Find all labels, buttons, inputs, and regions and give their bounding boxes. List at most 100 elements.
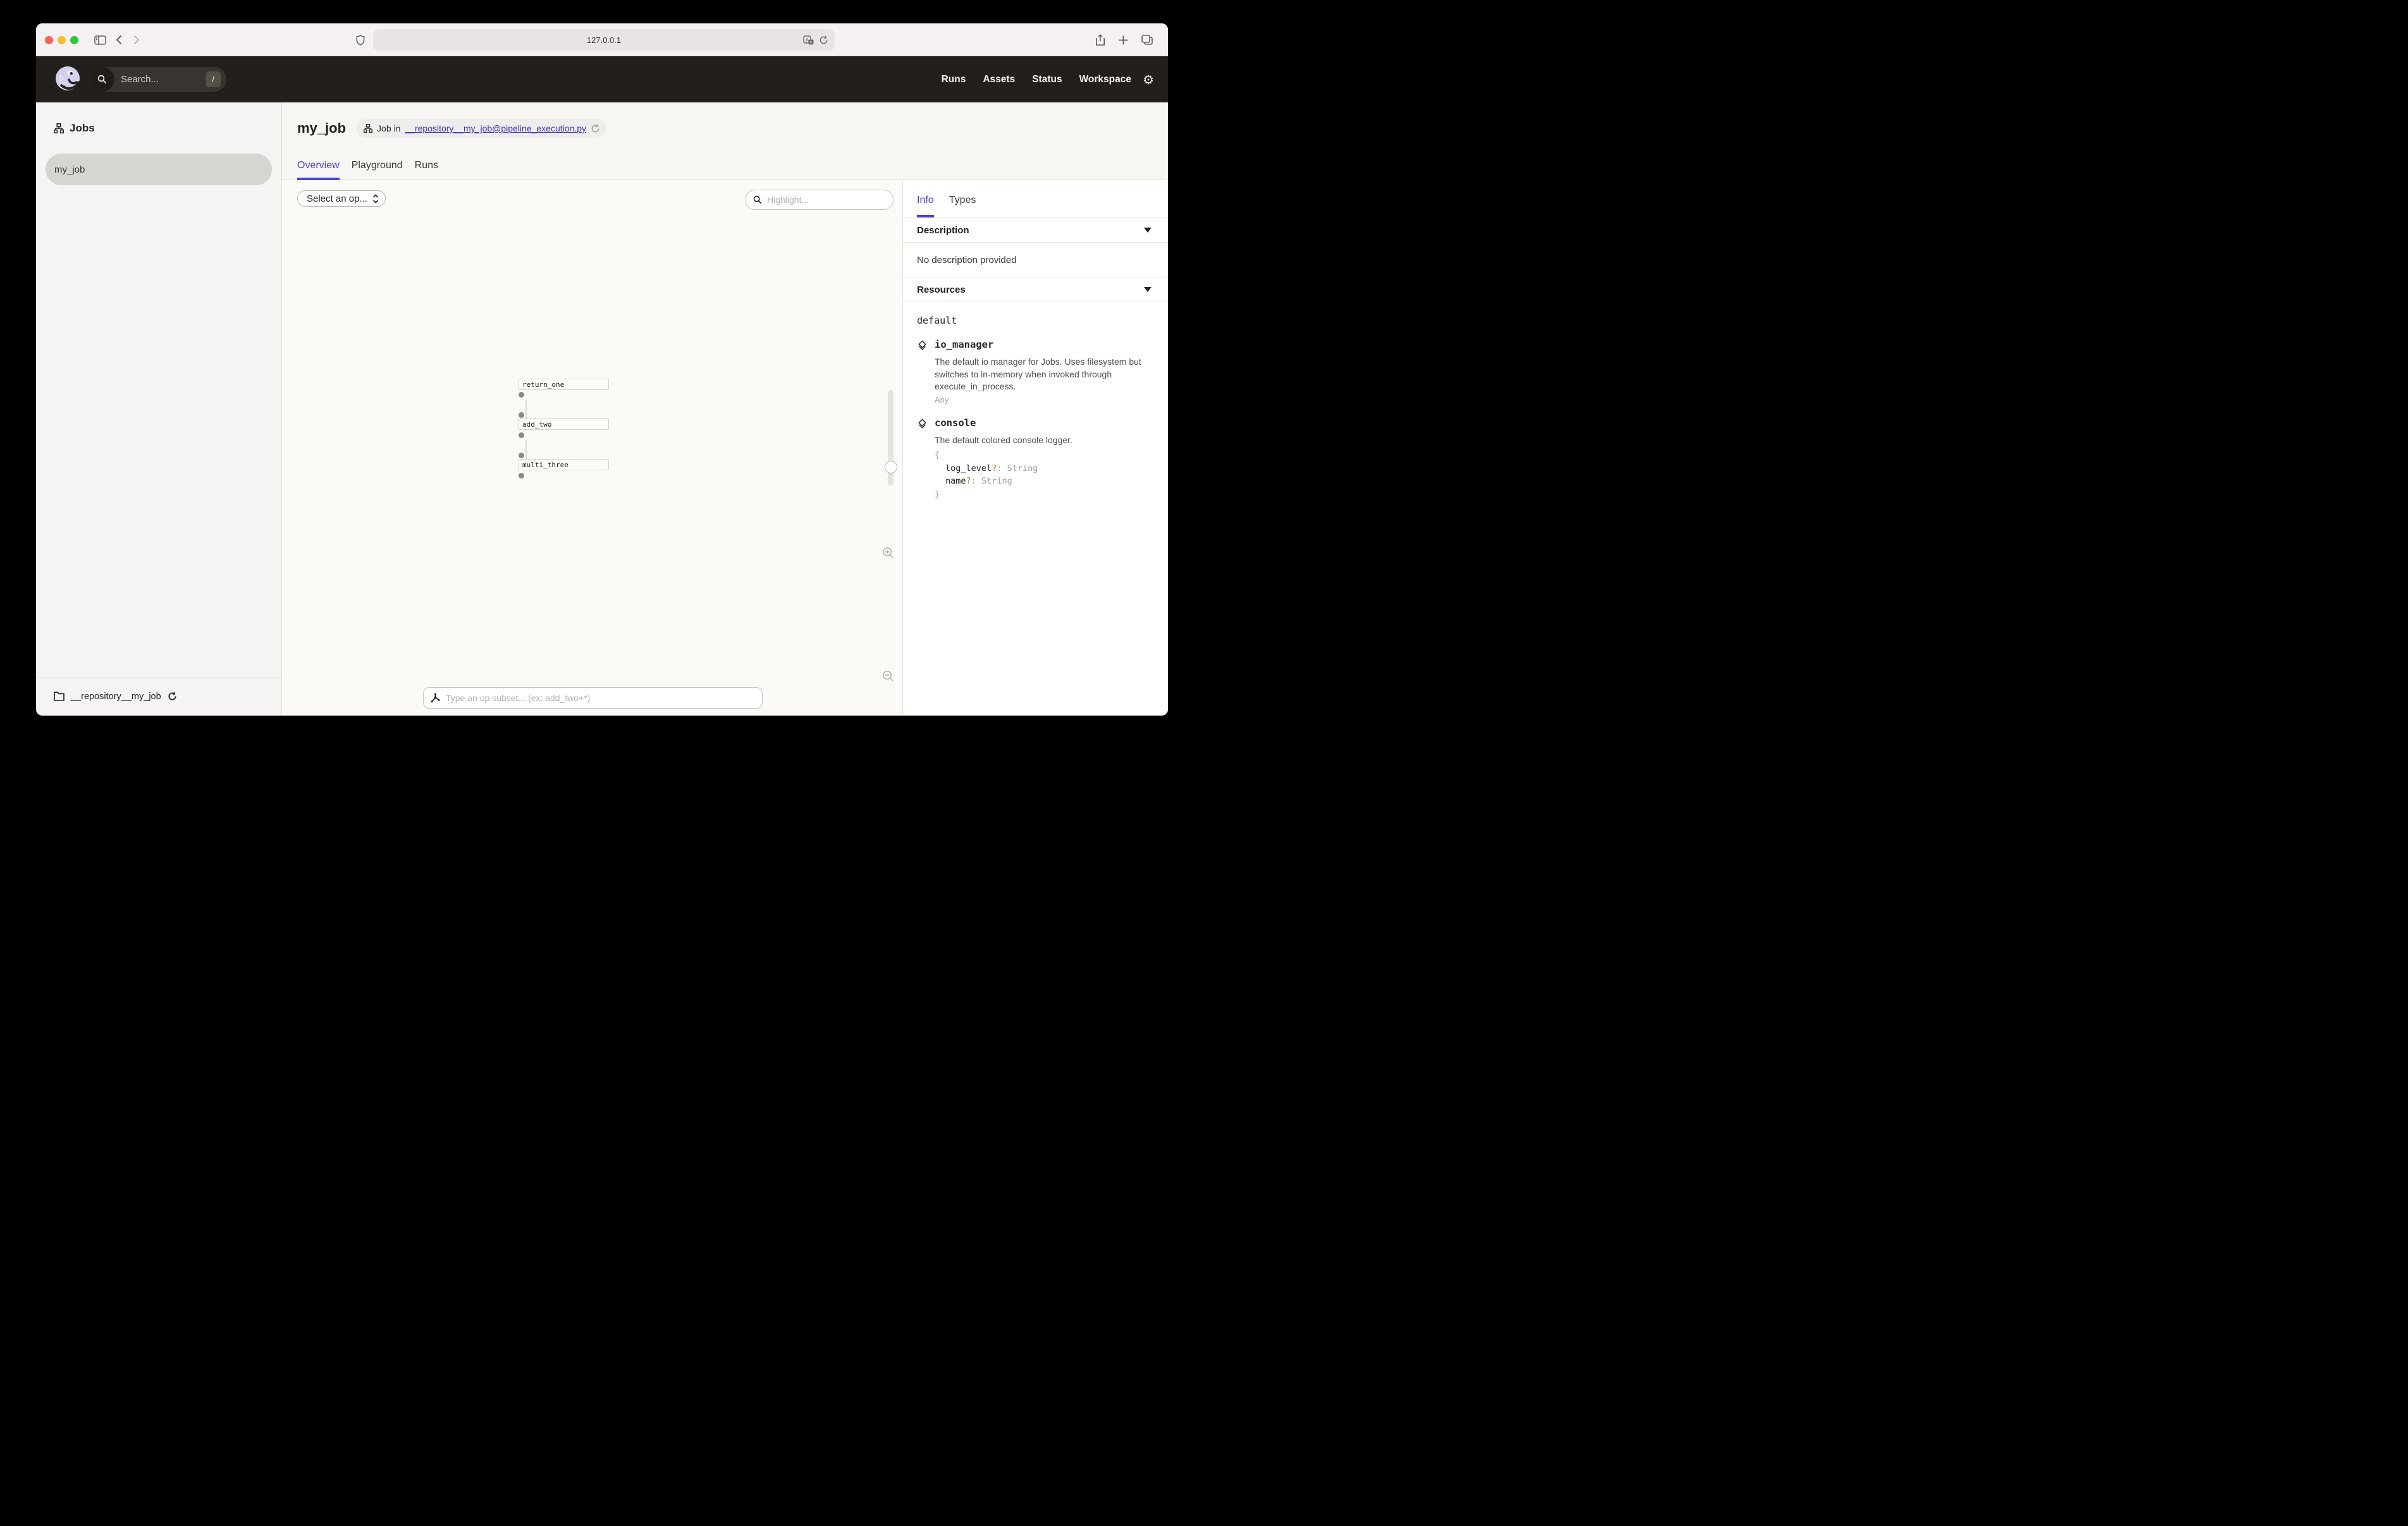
forward-icon[interactable] [128,23,145,56]
browser-toolbar: 127.0.0.1 A x [36,23,1168,56]
resource-io-manager: io_manager The default io manager for Jo… [917,339,1154,405]
info-panel: Info Types Description No description pr… [902,180,1168,715]
resource-name: io_manager [935,339,1145,350]
edge-return-one-add-two [525,400,527,418]
output-port [519,392,524,398]
description-text: No description provided [917,255,1017,266]
settings-gear-icon[interactable]: ⚙ [1143,56,1154,102]
new-tab-icon[interactable] [1114,23,1133,56]
description-body: No description provided [903,243,1168,278]
sidebar-title: Jobs [70,122,95,135]
op-node-return-one[interactable]: return_one [519,379,609,390]
url-text: 127.0.0.1 [587,35,621,45]
resources-section-header[interactable]: Resources [903,278,1168,302]
back-icon[interactable] [111,23,127,56]
main-content: my_job Job in __repository__my_job@pipel… [282,102,1168,715]
reload-icon[interactable] [819,35,828,45]
nav-assets[interactable]: Assets [983,74,1015,85]
resources-title: Resources [917,284,966,295]
window-zoom-button[interactable] [70,36,78,44]
search-icon [90,67,114,92]
op-selector-label: Select an op... [307,193,367,204]
sidebar-item-my-job[interactable]: my_job [46,154,272,185]
select-caret-icon [372,194,379,204]
translate-icon[interactable]: A x [803,35,814,45]
header-nav: Runs Assets Status Workspace [942,56,1131,102]
output-port [519,432,524,438]
input-port [519,412,524,418]
tab-runs[interactable]: Runs [415,160,438,180]
jobs-icon [54,123,64,133]
search-shortcut-key: / [206,71,221,87]
tab-playground[interactable]: Playground [352,160,403,180]
resources-body: default io_manager The default io manage… [903,302,1168,515]
tab-types[interactable]: Types [949,195,976,217]
app-header: / Runs Assets Status Workspace ⚙ [36,56,1168,102]
config-field-log-level: log_level?: String [935,462,1072,475]
chevron-down-icon [1144,228,1152,233]
nav-runs[interactable]: Runs [942,74,966,85]
description-section-header[interactable]: Description [903,218,1168,243]
resource-console: console The default colored console logg… [917,417,1154,501]
repository-footer: __repository__my_job [36,677,281,715]
search-input[interactable] [121,74,187,85]
op-graph-canvas[interactable]: Select an op... return_one add_two [282,180,902,715]
page-title: my_job [297,120,346,137]
resource-description: The default colored console logger. [935,434,1072,447]
share-icon[interactable] [1091,23,1110,56]
input-port [519,453,524,458]
repository-name: __repository__my_job [71,692,161,702]
zoom-out-icon[interactable] [878,670,897,682]
window-close-button[interactable] [45,36,53,44]
job-origin-prefix: Job in [377,123,400,133]
resource-group-name: default [917,315,1154,326]
sidebar-item-label: my_job [54,164,85,175]
nav-status[interactable]: Status [1032,74,1062,85]
description-title: Description [917,225,969,236]
highlight-search-icon [753,195,762,204]
op-subset-input[interactable] [446,693,737,703]
chevron-down-icon [1144,287,1152,292]
tab-overview-icon[interactable] [1138,23,1157,56]
job-badge-icon [364,124,372,133]
job-origin-link[interactable]: __repository__my_job@pipeline_execution.… [405,123,586,133]
op-subset-filter[interactable] [423,687,763,709]
config-field-name: name?: String [935,475,1072,488]
window-minimize-button[interactable] [58,36,66,44]
address-bar[interactable]: 127.0.0.1 A x [373,29,835,51]
resource-description: The default io manager for Jobs. Uses fi… [935,356,1145,393]
privacy-shield-icon[interactable] [352,23,369,56]
config-brace-close: } [935,488,1072,501]
panel-tabs: Info Types [903,180,1168,218]
resource-type: Any [935,395,1145,405]
jobs-sidebar: Jobs my_job __repository__my_job [36,102,282,715]
output-port [519,473,524,479]
highlight-search[interactable] [745,190,894,210]
job-reload-icon[interactable] [591,124,600,133]
resource-icon [917,340,928,405]
dagster-logo[interactable] [54,65,82,94]
edge-add-two-multi-three [525,440,527,459]
job-tabs: Overview Playground Runs [297,160,438,180]
sidebar-toggle-icon[interactable] [90,23,109,56]
tab-info[interactable]: Info [917,195,934,217]
highlight-input[interactable] [767,195,875,205]
zoom-slider-knob[interactable] [885,461,897,473]
resource-config-schema: { log_level?: String name?: String } [935,449,1072,501]
zoom-in-icon[interactable] [878,547,897,559]
job-header: my_job Job in __repository__my_job@pipel… [282,102,1168,180]
op-node-add-two[interactable]: add_two [519,418,609,430]
nav-workspace[interactable]: Workspace [1079,74,1131,85]
repository-reload-icon[interactable] [168,692,177,701]
folder-icon [54,692,64,701]
browser-window: 127.0.0.1 A x [36,23,1168,716]
op-node-multi-three[interactable]: multi_three [519,459,609,470]
resource-name: console [935,417,1072,429]
resource-icon [917,418,928,501]
op-selector-dropdown[interactable]: Select an op... [297,190,386,207]
op-selector-glyph-icon [430,693,441,704]
global-search[interactable]: / [90,67,226,92]
job-origin-badge: Job in __repository__my_job@pipeline_exe… [356,119,606,138]
config-brace-open: { [935,449,1072,462]
tab-overview[interactable]: Overview [297,160,340,180]
